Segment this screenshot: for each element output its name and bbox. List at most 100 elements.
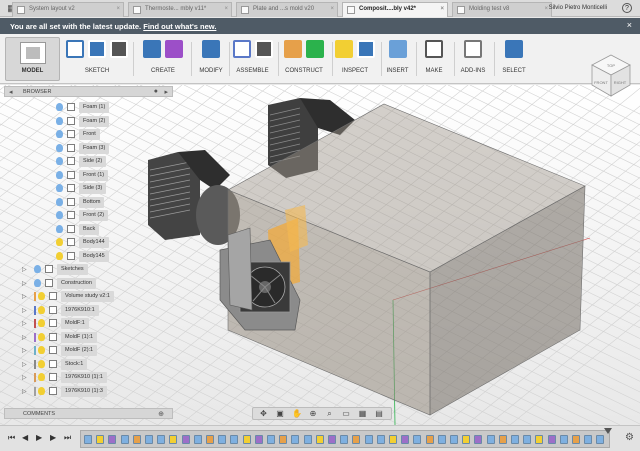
- toolbar-group-inspect[interactable]: INSPECT: [332, 38, 378, 80]
- sketch-tool-icon[interactable]: [110, 40, 128, 58]
- options-icon[interactable]: ●: [154, 88, 158, 95]
- document-tab[interactable]: Molding test v8 ×: [452, 2, 552, 17]
- add-comment-icon[interactable]: ⊕: [158, 410, 164, 418]
- timeline-marker[interactable]: [604, 428, 612, 434]
- browser-node[interactable]: Back: [4, 223, 173, 235]
- browser-node-label[interactable]: Back: [79, 223, 100, 235]
- collapse-icon[interactable]: ◂: [9, 88, 13, 96]
- visibility-bulb-icon[interactable]: [38, 386, 45, 395]
- timeline-feature-icon[interactable]: [328, 435, 336, 444]
- browser-node-label[interactable]: 1976K910 (1):1: [61, 372, 107, 383]
- visibility-bulb-icon[interactable]: [38, 319, 45, 327]
- visibility-bulb-icon[interactable]: [56, 238, 63, 246]
- timeline-feature-icon[interactable]: [206, 435, 214, 444]
- create-tool-icon[interactable]: [165, 40, 183, 58]
- timeline-feature-icon[interactable]: [535, 435, 544, 444]
- visibility-bulb-icon[interactable]: [38, 292, 45, 300]
- prev-icon[interactable]: ◀: [22, 433, 28, 442]
- visibility-bulb-icon[interactable]: [56, 197, 63, 206]
- timeline-feature-icon[interactable]: [230, 435, 239, 444]
- toolbar-group-add-ins[interactable]: ADD-INS: [455, 38, 491, 80]
- timeline-feature-icon[interactable]: [486, 435, 495, 444]
- timeline-feature-icon[interactable]: [474, 435, 483, 444]
- modify-tool-icon[interactable]: [202, 40, 220, 58]
- browser-node[interactable]: Foam (1): [4, 102, 173, 113]
- visibility-bulb-icon[interactable]: [38, 373, 45, 381]
- document-tab[interactable]: Thermoste... mbly v11* ×: [128, 2, 232, 17]
- expand-arrow-icon[interactable]: ▷: [22, 334, 27, 341]
- timeline-feature-icon[interactable]: [547, 435, 556, 444]
- viewports-icon[interactable]: ▤: [375, 410, 384, 418]
- add-ins-tool-icon[interactable]: [464, 40, 482, 58]
- browser-node-label[interactable]: Foam (2): [79, 115, 110, 127]
- timeline-feature-icon[interactable]: [389, 435, 397, 444]
- timeline-feature-icon[interactable]: [352, 435, 361, 444]
- expand-arrow-icon[interactable]: ▷: [22, 320, 27, 327]
- toolbar-group-label[interactable]: CREATE: [138, 68, 188, 74]
- visibility-bulb-icon[interactable]: [56, 170, 63, 179]
- assemble-tool-icon[interactable]: [254, 40, 273, 58]
- create-tool-icon[interactable]: [143, 40, 161, 58]
- orbit-icon[interactable]: ✥: [259, 410, 268, 418]
- timeline-feature-icon[interactable]: [437, 435, 446, 444]
- expand-arrow-icon[interactable]: ▷: [22, 361, 27, 368]
- zoom-icon[interactable]: ⊕: [309, 410, 318, 418]
- user-name[interactable]: Silvio Pietro Monticelli: [549, 5, 607, 11]
- expand-arrow-icon[interactable]: ▷: [22, 374, 27, 381]
- close-tab-icon[interactable]: ×: [330, 6, 334, 12]
- visibility-bulb-icon[interactable]: [56, 157, 63, 165]
- visibility-bulb-icon[interactable]: [38, 332, 45, 341]
- browser-node-label[interactable]: Sketches: [57, 264, 88, 275]
- expand-arrow-icon[interactable]: ▷: [22, 293, 27, 300]
- browser-node[interactable]: Foam (3): [4, 142, 173, 154]
- visibility-bulb-icon[interactable]: [56, 211, 63, 219]
- construct-tool-icon[interactable]: [306, 40, 324, 58]
- sketch-tool-icon[interactable]: [66, 40, 84, 58]
- visibility-bulb-icon[interactable]: [56, 251, 63, 260]
- browser-node-label[interactable]: Foam (1): [79, 102, 110, 113]
- workspace-switcher-button[interactable]: MODEL: [5, 37, 60, 81]
- expand-arrow-icon[interactable]: ▷: [22, 266, 27, 273]
- toolbar-group-create[interactable]: CREATE: [138, 38, 188, 80]
- browser-node[interactable]: ▷ MoldF (2):1: [4, 345, 173, 356]
- timeline-feature-icon[interactable]: [584, 435, 593, 444]
- toolbar-group-label[interactable]: MAKE: [417, 68, 451, 74]
- browser-node-label[interactable]: Stock:1: [61, 358, 88, 370]
- browser-node[interactable]: Front (1): [4, 169, 173, 181]
- expand-arrow-icon[interactable]: ▷: [22, 307, 27, 314]
- grid-icon[interactable]: ▦: [358, 410, 367, 418]
- browser-node-label[interactable]: MoldF (2):1: [61, 345, 98, 356]
- toolbar-group-select[interactable]: SELECT: [496, 38, 532, 80]
- browser-node-label[interactable]: MoldF:1: [61, 318, 89, 329]
- browser-node[interactable]: Foam (2): [4, 115, 173, 127]
- timeline-feature-icon[interactable]: [193, 435, 202, 444]
- browser-node-label[interactable]: Side (2): [79, 156, 107, 167]
- document-tab[interactable]: Plate and ...s mold v20 ×: [236, 2, 338, 17]
- timeline-feature-icon[interactable]: [559, 435, 568, 444]
- browser-node-label[interactable]: Front (1): [79, 169, 109, 181]
- close-tab-icon[interactable]: ×: [116, 6, 120, 12]
- browser-node-label[interactable]: Body145: [79, 250, 109, 262]
- timeline-feature-icon[interactable]: [279, 435, 288, 444]
- browser-node-label[interactable]: Front (2): [79, 210, 109, 221]
- pan-icon[interactable]: ✋: [292, 410, 302, 418]
- browser-node[interactable]: ▷ Volume study v2:1: [4, 291, 173, 302]
- toolbar-group-label[interactable]: SKETCH: [64, 68, 130, 74]
- toolbar-group-sketch[interactable]: SKETCH: [64, 38, 130, 80]
- insert-tool-icon[interactable]: [388, 40, 407, 58]
- toolbar-group-label[interactable]: MODIFY: [196, 68, 226, 74]
- browser-node[interactable]: ▷ MoldF:1: [4, 318, 173, 329]
- timeline-feature-icon[interactable]: [145, 435, 153, 444]
- timeline-feature-icon[interactable]: [254, 435, 263, 444]
- browser-node[interactable]: ▷ Sketches: [4, 264, 173, 275]
- timeline-feature-icon[interactable]: [340, 435, 349, 444]
- expand-arrow-icon[interactable]: ▷: [22, 280, 27, 287]
- toolbar-group-label[interactable]: INSERT: [382, 68, 413, 74]
- timeline-feature-icon[interactable]: [84, 435, 92, 444]
- inspect-tool-icon[interactable]: [357, 40, 375, 58]
- browser-node[interactable]: Bottom: [4, 196, 173, 208]
- timeline-feature-icon[interactable]: [108, 435, 117, 444]
- browser-node[interactable]: Side (2): [4, 156, 173, 167]
- timeline-feature-icon[interactable]: [511, 435, 519, 444]
- timeline-feature-icon[interactable]: [596, 435, 605, 444]
